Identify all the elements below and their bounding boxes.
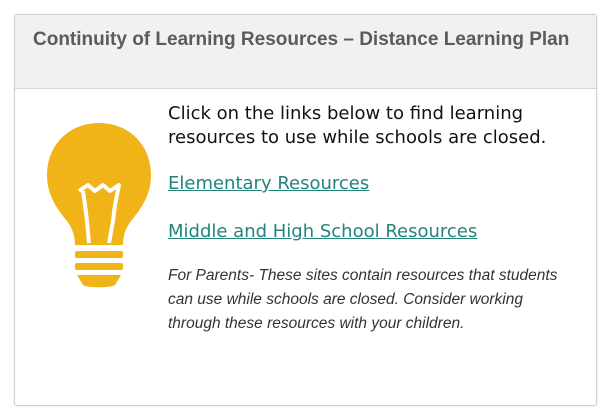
parents-note: For Parents- These sites contain resourc… [168,267,558,332]
card-body: Click on the links below to find learnin… [15,89,596,405]
intro-text: Click on the links below to find learnin… [168,103,547,148]
lightbulb-base-band-2 [75,263,123,270]
middle-high-school-resources-link[interactable]: Middle and High School Resources [168,220,588,244]
card-title: Continuity of Learning Resources – Dista… [33,29,570,50]
lightbulb-base-band-1 [75,251,123,258]
card-header: Continuity of Learning Resources – Dista… [15,15,596,89]
resources-card: Continuity of Learning Resources – Dista… [14,14,597,406]
lightbulb-glass [47,123,151,245]
lightbulb-icon [47,123,151,288]
lightbulb-base-tip [77,275,121,288]
elementary-resources-link[interactable]: Elementary Resources [168,172,588,196]
content-column: Click on the links below to find learnin… [168,102,588,336]
